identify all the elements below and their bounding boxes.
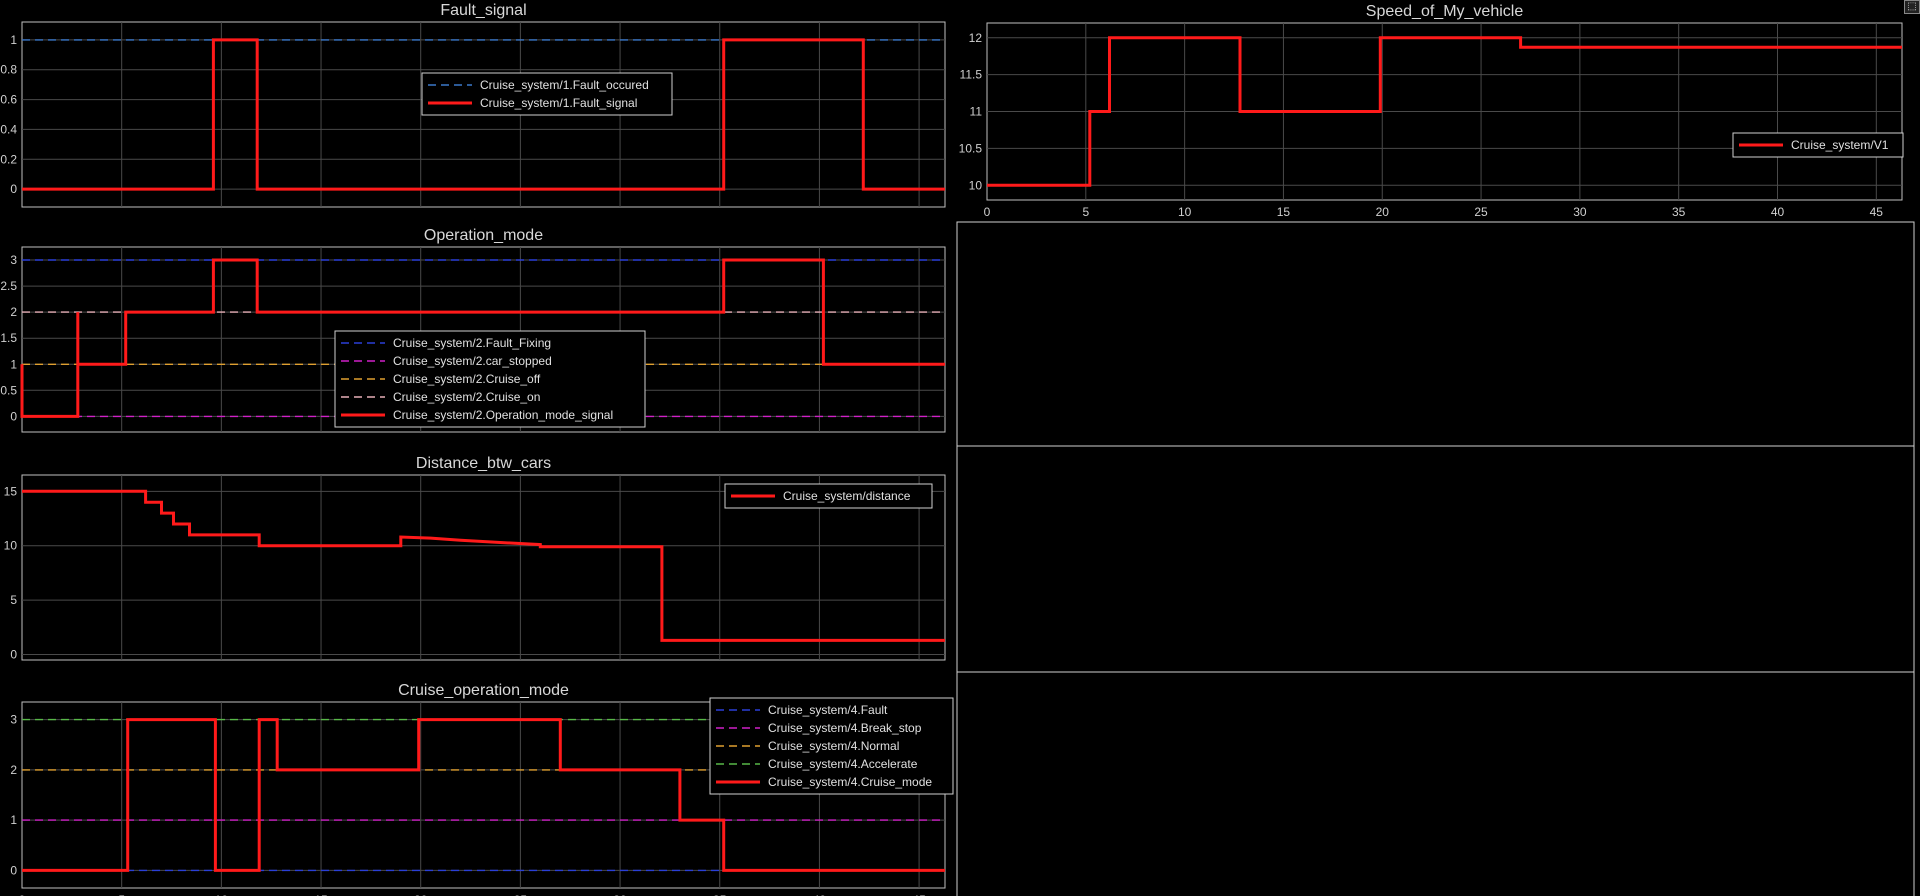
empty-axes-panel-1 [956, 221, 1915, 447]
cruise-ytick-label: 1 [10, 813, 17, 827]
expand-icon[interactable]: ⬚ [1904, 0, 1920, 14]
cruise-legend: Cruise_system/4.Fault Cruise_system/4.Bre… [709, 697, 954, 795]
opmode-chart: Operation_mode 0 0.5 1 1.5 2 2.5 3 Cruise_system… [0, 227, 946, 433]
speed-xtick-label: 20 [1376, 205, 1390, 219]
distance-title: Distance_btw_cars [416, 455, 551, 472]
fault-ytick-label: 0.4 [0, 122, 17, 136]
distance-legend: Cruise_system/distance [724, 483, 933, 509]
distance-ytick-label: 15 [4, 484, 18, 498]
speed-title: Speed_of_My_vehicle [1366, 3, 1524, 20]
speed-xtick-label: 25 [1474, 205, 1488, 219]
speed-xtick-label: 0 [984, 205, 991, 219]
cruise-legend-label: Cruise_system/4.Break_stop [768, 721, 922, 735]
opmode-legend-label: Cruise_system/2.Cruise_on [393, 390, 540, 404]
cruise-ytick-label: 2 [10, 763, 17, 777]
speed-xtick-label: 35 [1672, 205, 1686, 219]
cruise-ytick-label: 0 [10, 863, 17, 877]
fault-legend-label: Cruise_system/1.Fault_signal [480, 96, 637, 110]
fault-legend: Cruise_system/1.Fault_occured Cruise_syst… [421, 72, 673, 116]
opmode-legend-label: Cruise_system/2.Operation_mode_signal [393, 408, 613, 422]
speed-xtick-label: 5 [1082, 205, 1089, 219]
opmode-ytick-label: 1 [10, 357, 17, 371]
opmode-ytick-label: 3 [10, 253, 17, 267]
distance-legend-label: Cruise_system/distance [783, 489, 911, 503]
fault-ytick-label: 0 [10, 182, 17, 196]
speed-xtick-label: 10 [1178, 205, 1192, 219]
speed-xtick-label: 15 [1277, 205, 1291, 219]
speed-xtick-label: 45 [1870, 205, 1884, 219]
cruise-legend-label: Cruise_system/4.Fault [768, 703, 888, 717]
opmode-title: Operation_mode [424, 227, 543, 244]
scope-plots: Fault_signal 0 0.2 0.4 0.6 0.8 1 Cruise_system/… [0, 2, 1915, 896]
fault-ytick-label: 0.6 [0, 93, 17, 107]
empty-axes-panel-3 [956, 671, 1915, 896]
opmode-ytick-label: 2.5 [0, 279, 17, 293]
opmode-ytick-label: 0.5 [0, 383, 17, 397]
distance-ytick-label: 5 [10, 593, 17, 607]
speed-chart: Speed_of_My_vehicle 0 5 10 15 20 25 30 35 40 45 10 1… [959, 3, 1904, 219]
distance-ytick-label: 10 [4, 539, 18, 553]
fault-ytick-label: 0.2 [0, 152, 17, 166]
speed-ytick-label: 11.5 [960, 68, 983, 82]
fault-chart: Fault_signal 0 0.2 0.4 0.6 0.8 1 Cruise_system/… [0, 2, 946, 208]
speed-xtick-label: 40 [1771, 205, 1785, 219]
speed-xtick-label: 30 [1573, 205, 1587, 219]
opmode-legend: Cruise_system/2.Fault_Fixing Cruise_syste… [334, 330, 646, 428]
opmode-ytick-label: 2 [10, 305, 17, 319]
fault-title: Fault_signal [440, 2, 526, 19]
cruise-ytick-label: 3 [10, 713, 17, 727]
speed-legend: Cruise_system/V1 [1732, 132, 1904, 158]
cruise-legend-label: Cruise_system/4.Normal [768, 739, 899, 753]
opmode-legend-label: Cruise_system/2.Cruise_off [393, 372, 541, 386]
speed-ytick-label: 10 [969, 178, 983, 192]
empty-axes-panel-2 [956, 445, 1915, 673]
fault-ytick-label: 1 [10, 33, 17, 47]
speed-legend-label: Cruise_system/V1 [1791, 138, 1889, 152]
opmode-legend-label: Cruise_system/2.Fault_Fixing [393, 336, 551, 350]
opmode-legend-label: Cruise_system/2.car_stopped [393, 354, 552, 368]
cruise-legend-label: Cruise_system/4.Accelerate [768, 757, 918, 771]
fault-legend-label: Cruise_system/1.Fault_occured [480, 78, 649, 92]
cruise-chart: Cruise_operation_mode0510152025303540450… [10, 682, 954, 896]
opmode-ytick-label: 0 [10, 409, 17, 423]
speed-ytick-label: 10.5 [959, 141, 983, 155]
speed-ytick-label: 12 [969, 31, 983, 45]
fault-ytick-label: 0.8 [0, 63, 17, 77]
distance-chart: Distance_btw_cars 0 5 10 15 Cruise_system/dis… [4, 455, 946, 662]
cruise-title: Cruise_operation_mode [398, 682, 569, 699]
cruise-legend-label: Cruise_system/4.Cruise_mode [768, 775, 932, 789]
speed-ytick-label: 11 [970, 105, 983, 119]
opmode-ytick-label: 1.5 [0, 331, 17, 345]
distance-ytick-label: 0 [10, 648, 17, 662]
scope-window: Fault_signal 0 0.2 0.4 0.6 0.8 1 Cruise_system/… [0, 0, 1920, 896]
